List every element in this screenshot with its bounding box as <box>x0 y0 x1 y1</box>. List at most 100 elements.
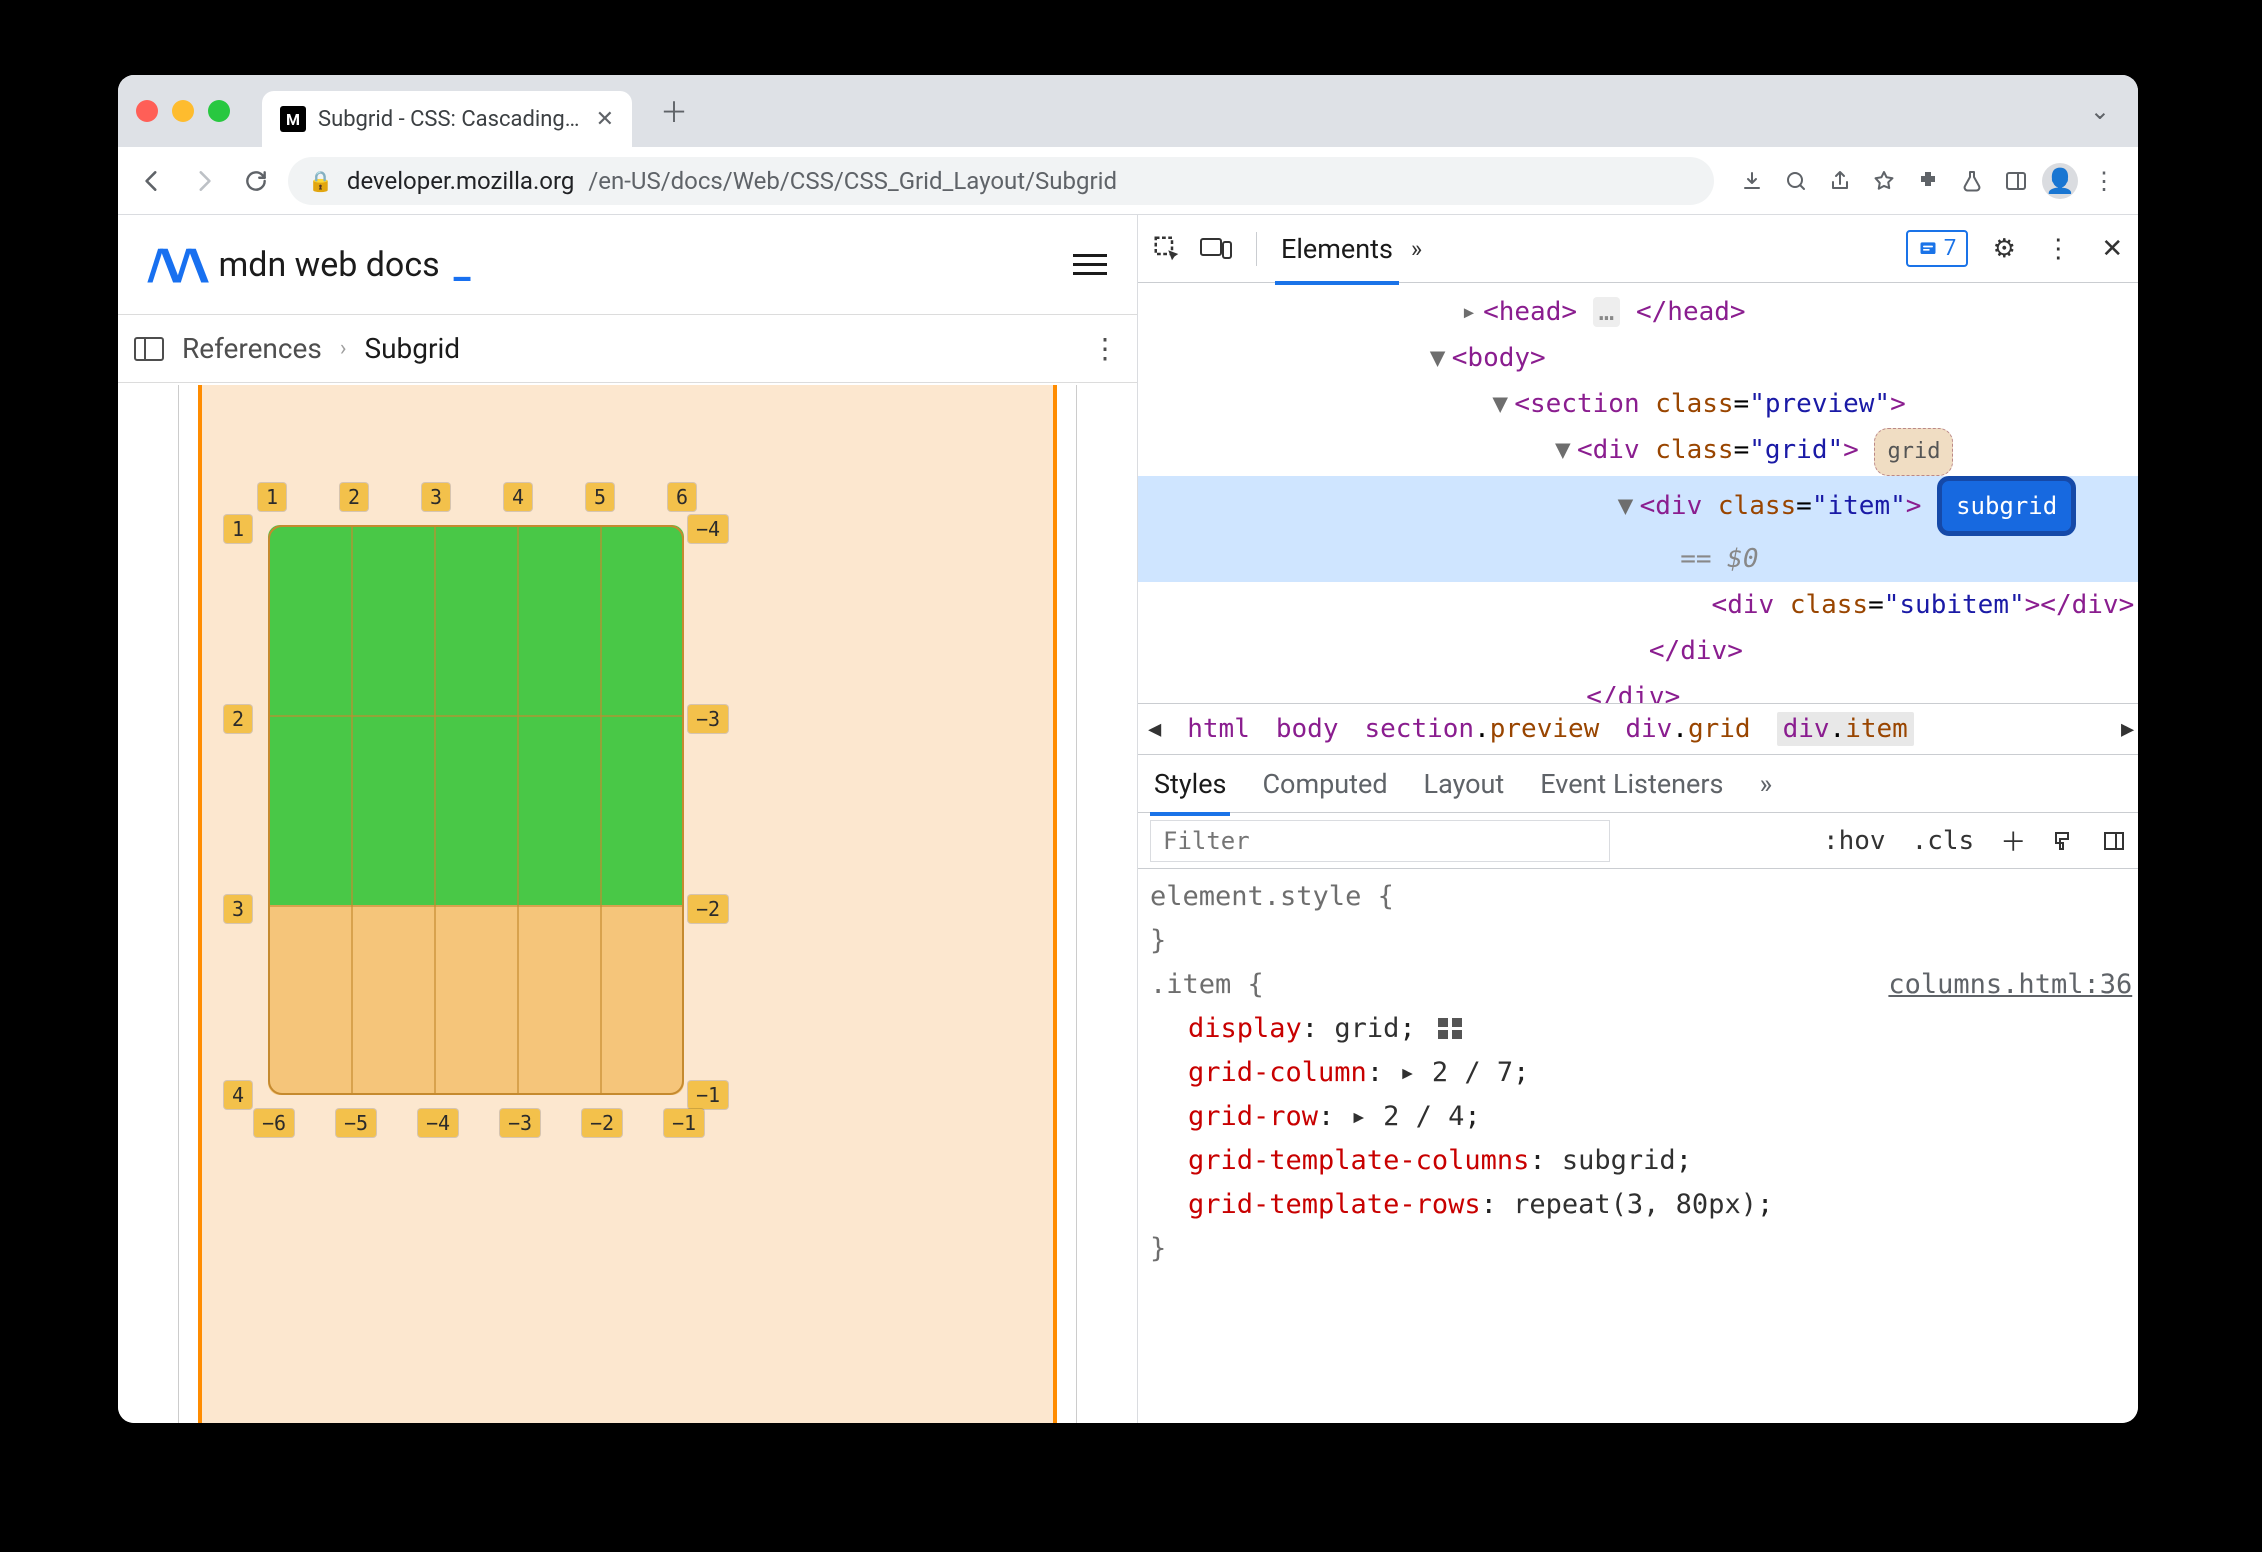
devtools-menu-icon[interactable]: ⋮ <box>2040 234 2076 264</box>
subtab-styles[interactable]: Styles <box>1154 768 1226 800</box>
cls-toggle[interactable]: .cls <box>1906 826 1981 856</box>
subtab-event-listeners[interactable]: Event Listeners <box>1540 768 1723 800</box>
grid-badge[interactable]: grid <box>1874 428 1953 476</box>
line-label: 4 <box>504 483 532 511</box>
labs-icon[interactable] <box>1952 161 1992 201</box>
line-label: 6 <box>668 483 696 511</box>
bookmark-star-icon[interactable] <box>1864 161 1904 201</box>
dom-node[interactable]: ▼<section class="preview"> <box>1138 381 2138 427</box>
new-style-rule-icon[interactable]: ＋ <box>1994 822 2032 859</box>
subgrid-badge[interactable]: subgrid <box>1937 476 2076 536</box>
share-icon[interactable] <box>1820 161 1860 201</box>
dom-node[interactable]: ▸<head> … </head> <box>1138 289 2138 335</box>
rule-source-link[interactable]: columns.html:36 <box>1888 963 2132 1007</box>
mdn-subheader: References › Subgrid ⋮ <box>118 315 1137 383</box>
line-label: 2 <box>340 483 368 511</box>
tab-list-button[interactable]: ⌄ <box>2090 97 2110 125</box>
mdn-logo-text: mdn web docs <box>218 245 439 285</box>
line-label: −4 <box>418 1109 458 1137</box>
device-toolbar-icon[interactable] <box>1200 236 1232 262</box>
address-bar[interactable]: 🔒 developer.mozilla.org/en-US/docs/Web/C… <box>288 157 1714 205</box>
issues-count: 7 <box>1944 236 1956 261</box>
dom-node[interactable]: ▼<body> <box>1138 335 2138 381</box>
tab-favicon: M <box>280 106 306 132</box>
hamburger-menu-icon[interactable] <box>1073 254 1107 275</box>
url-host: developer.mozilla.org <box>347 167 574 195</box>
rule-brace: } <box>1150 1233 1166 1264</box>
crumb-scroll-left[interactable]: ◀ <box>1148 717 1161 742</box>
paint-icon[interactable] <box>2046 829 2082 853</box>
dom-selected-marker: == $0 <box>1138 536 2138 582</box>
line-label: 3 <box>422 483 450 511</box>
mdn-logo-underscore: _ <box>454 243 471 287</box>
styles-subpanel-tabs: Styles Computed Layout Event Listeners » <box>1138 755 2138 813</box>
sidebar-toggle-icon[interactable] <box>134 337 164 361</box>
profile-avatar[interactable]: 👤 <box>2040 161 2080 201</box>
subtab-computed[interactable]: Computed <box>1262 768 1387 800</box>
zoom-icon[interactable] <box>1776 161 1816 201</box>
more-subtabs-icon[interactable]: » <box>1759 768 1772 800</box>
settings-gear-icon[interactable]: ⚙ <box>1986 234 2022 264</box>
nav-forward-button[interactable] <box>184 161 224 201</box>
issues-badge[interactable]: 7 <box>1906 230 1968 267</box>
devtools-close-icon[interactable]: ✕ <box>2094 234 2130 264</box>
dom-node[interactable]: ▼<div class="grid"> grid <box>1138 427 2138 476</box>
panel-tab-elements[interactable]: Elements <box>1281 233 1393 265</box>
browser-tab[interactable]: M Subgrid - CSS: Cascading Style ✕ <box>262 91 632 147</box>
tab-close-icon[interactable]: ✕ <box>596 107 614 132</box>
browser-window: M Subgrid - CSS: Cascading Style ✕ ＋ ⌄ 🔒… <box>118 75 2138 1423</box>
line-label: 3 <box>224 895 252 923</box>
breadcrumb-root[interactable]: References <box>182 332 322 365</box>
breadcrumb-current: Subgrid <box>364 332 460 365</box>
close-window-button[interactable] <box>136 100 158 122</box>
breadcrumb-item[interactable]: section.preview <box>1365 714 1600 744</box>
dom-node[interactable]: </div> <box>1138 674 2138 703</box>
css-declaration[interactable]: grid-template-rows: repeat(3, 80px); <box>1150 1183 2132 1227</box>
inspect-element-icon[interactable] <box>1152 234 1182 264</box>
styles-rules[interactable]: element.style { } .item { columns.html:3… <box>1138 869 2138 1423</box>
styles-filter-input[interactable] <box>1150 820 1610 862</box>
breadcrumb-item-current[interactable]: div.item <box>1777 712 1914 746</box>
line-label: −2 <box>582 1109 622 1137</box>
grid-icon[interactable] <box>1438 1018 1464 1040</box>
subtab-layout[interactable]: Layout <box>1424 768 1505 800</box>
nav-back-button[interactable] <box>132 161 172 201</box>
css-declaration[interactable]: grid-row: ▸ 2 / 4; <box>1150 1095 2132 1139</box>
breadcrumb-item[interactable]: div.grid <box>1625 714 1750 744</box>
mdn-logo[interactable]: /\/\ mdn web docs _ <box>148 239 471 291</box>
css-declaration[interactable]: grid-column: ▸ 2 / 7; <box>1150 1051 2132 1095</box>
line-label: 4 <box>224 1081 252 1109</box>
extensions-icon[interactable] <box>1908 161 1948 201</box>
new-tab-button[interactable]: ＋ <box>656 93 692 129</box>
devtools-panel: Elements » 7 ⚙ ⋮ ✕ ▸<head> … </head> ▼<b… <box>1138 215 2138 1423</box>
page-menu-icon[interactable]: ⋮ <box>1091 332 1121 365</box>
devtools-toolbar: Elements » 7 ⚙ ⋮ ✕ <box>1138 215 2138 283</box>
line-label: 2 <box>224 705 252 733</box>
css-declaration[interactable]: display: grid; <box>1150 1007 2132 1051</box>
minimize-window-button[interactable] <box>172 100 194 122</box>
breadcrumb-item[interactable]: html <box>1187 714 1250 744</box>
crumb-scroll-right[interactable]: ▶ <box>2121 717 2134 742</box>
dom-tree[interactable]: ▸<head> … </head> ▼<body> ▼<section clas… <box>1138 283 2138 703</box>
subgrid-overlay: 1 2 3 4 5 6 1 2 3 4 −4 −3 −2 −1 <box>268 525 684 1095</box>
lock-icon: 🔒 <box>308 169 333 193</box>
css-declaration[interactable]: grid-template-columns: subgrid; <box>1150 1139 2132 1183</box>
chrome-menu-icon[interactable]: ⋮ <box>2084 161 2124 201</box>
tab-title: Subgrid - CSS: Cascading Style <box>318 107 584 132</box>
breadcrumb-item[interactable]: body <box>1276 714 1339 744</box>
dom-node[interactable]: </div> <box>1138 628 2138 674</box>
line-label: −3 <box>688 705 728 733</box>
line-label: −4 <box>688 515 728 543</box>
fullscreen-window-button[interactable] <box>208 100 230 122</box>
line-label: −1 <box>664 1109 704 1137</box>
dom-node-selected[interactable]: ▼<div class="item"> subgrid <box>1138 476 2138 536</box>
hov-toggle[interactable]: :hov <box>1817 826 1892 856</box>
dom-node[interactable]: <div class="subitem"></div> <box>1138 582 2138 628</box>
more-panels-icon[interactable]: » <box>1411 235 1422 263</box>
computed-sidebar-icon[interactable] <box>2096 829 2132 853</box>
reload-button[interactable] <box>236 161 276 201</box>
line-label: −1 <box>688 1081 728 1109</box>
sidepanel-icon[interactable] <box>1996 161 2036 201</box>
rule-selector: element.style { <box>1150 881 1394 912</box>
install-app-icon[interactable] <box>1732 161 1772 201</box>
